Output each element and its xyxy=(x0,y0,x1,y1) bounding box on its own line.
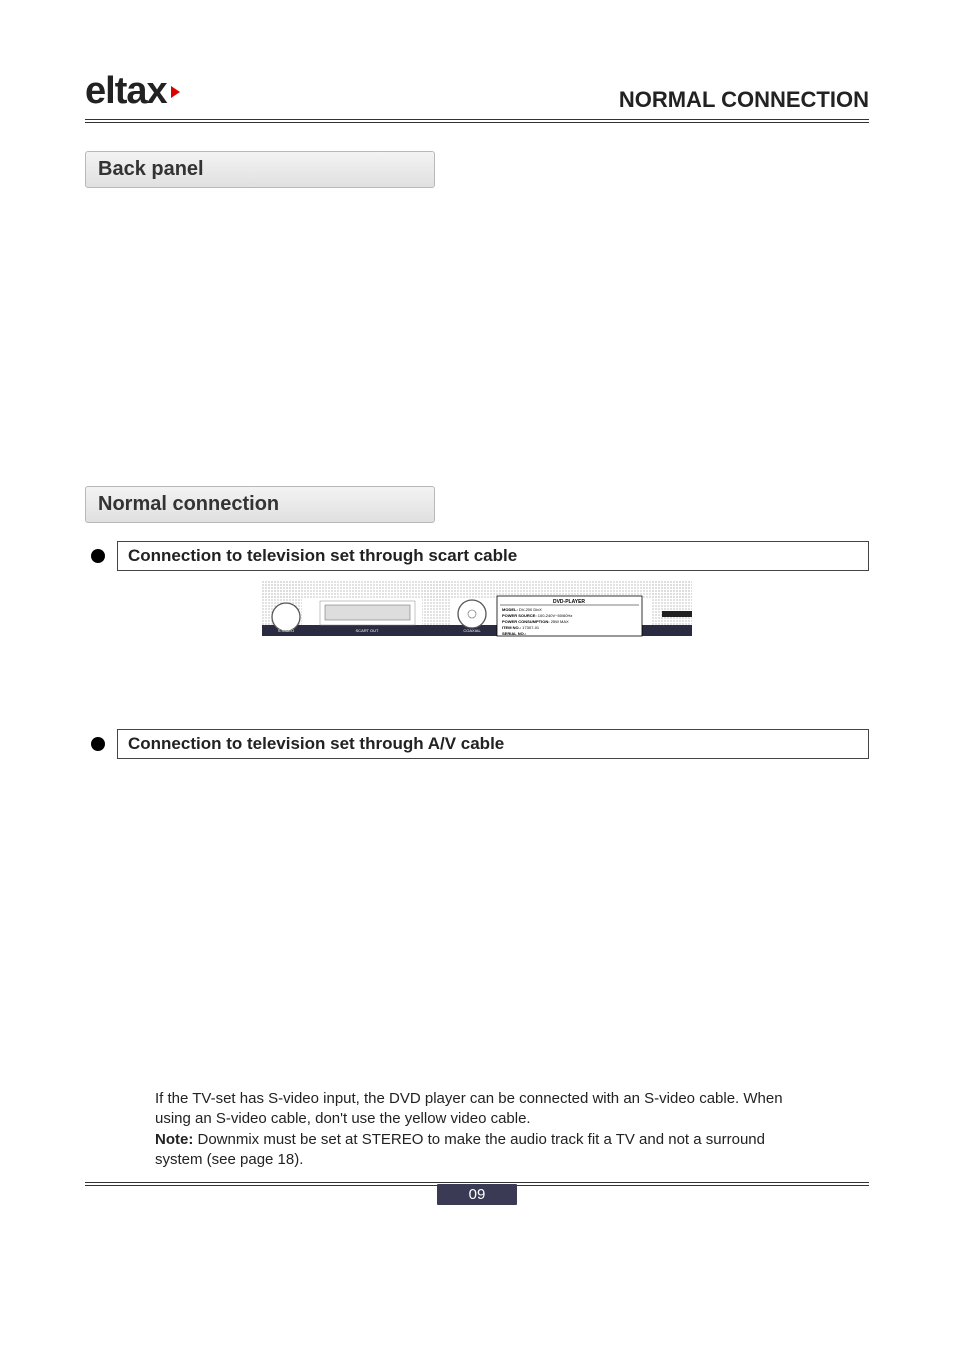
plate-power-value: 100-240V~50/60Hz xyxy=(538,613,573,618)
svg-text:MODEL: DV-200 DivX: MODEL: DV-200 DivX xyxy=(502,607,542,612)
plate-title: DVD-PLAYER xyxy=(553,599,585,605)
svideo-paragraph: If the TV-set has S-video input, the DVD… xyxy=(155,1089,799,1170)
plate-consumption-value: 25W MAX xyxy=(551,619,569,624)
subsection-av: Connection to television set through A/V… xyxy=(85,729,869,759)
brand-triangle-icon xyxy=(171,86,180,98)
plate-item-value: 17307-01 xyxy=(522,625,540,630)
svg-text:ITEM NO.: 17307-01: ITEM NO.: 17307-01 xyxy=(502,625,540,630)
page-header: eltax NORMAL CONNECTION xyxy=(85,70,869,123)
note-text: Downmix must be set at STEREO to make th… xyxy=(155,1131,765,1168)
svg-text:POWER SOURCE: 100-240V~50/60Hz: POWER SOURCE: 100-240V~50/60Hz xyxy=(502,613,572,618)
back-panel-diagram-area xyxy=(85,206,869,476)
page-number: 09 xyxy=(437,1184,517,1205)
plate-serial-label: SERIAL NO.: xyxy=(502,631,526,636)
note-label: Note: xyxy=(155,1131,193,1148)
subsection-scart-title: Connection to television set through sca… xyxy=(117,541,869,571)
scart-panel-illustration: S-VIDEO SCART OUT COAXIAL DVD-PLAYER MOD… xyxy=(85,581,869,651)
bullet-icon xyxy=(91,549,105,563)
brand-text: eltax xyxy=(85,70,167,113)
av-diagram-area xyxy=(85,769,869,1089)
plate-power-label: POWER SOURCE: xyxy=(502,613,537,618)
section-normal-connection: Normal connection xyxy=(85,486,435,523)
bullet-icon xyxy=(91,737,105,751)
subsection-av-title: Connection to television set through A/V… xyxy=(117,729,869,759)
svg-text:POWER CONSUMPTION: 25W MAX: POWER CONSUMPTION: 25W MAX xyxy=(502,619,569,624)
plate-consumption-label: POWER CONSUMPTION: xyxy=(502,619,550,624)
section-back-panel: Back panel xyxy=(85,151,435,188)
svg-text:SERIAL NO.:: SERIAL NO.: xyxy=(502,631,526,636)
page-title: NORMAL CONNECTION xyxy=(619,87,869,113)
dvd-back-panel-svg: S-VIDEO SCART OUT COAXIAL DVD-PLAYER MOD… xyxy=(262,581,692,651)
plate-model-label: MODEL: xyxy=(502,607,518,612)
svideo-sentence: If the TV-set has S-video input, the DVD… xyxy=(155,1090,783,1127)
plate-model-value: DV-200 DivX xyxy=(519,607,542,612)
subsection-scart: Connection to television set through sca… xyxy=(85,541,869,571)
plate-item-label: ITEM NO.: xyxy=(502,625,521,630)
label-coaxial: COAXIAL xyxy=(463,628,481,633)
brand-logo: eltax xyxy=(85,70,180,113)
label-scart-out: SCART OUT xyxy=(356,628,380,633)
label-svideo: S-VIDEO xyxy=(278,628,294,633)
